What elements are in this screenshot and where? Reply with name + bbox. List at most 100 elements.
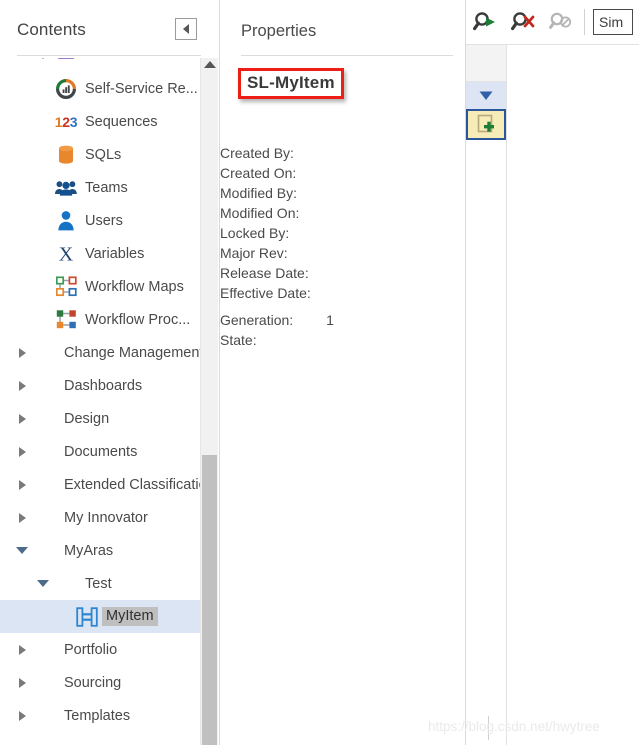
- triangle-right-icon: [18, 446, 26, 457]
- item-name-value: SL-MyItem: [247, 73, 335, 92]
- tree-item-label: Test: [85, 575, 112, 592]
- property-row: Locked By:: [0, 223, 465, 243]
- tree-item[interactable]: Documents: [0, 435, 203, 468]
- partial-row-icon: [58, 58, 74, 59]
- property-label: Generation:: [220, 312, 294, 328]
- triangle-right-icon: [18, 479, 26, 490]
- numbers-123-icon: 123: [54, 113, 78, 130]
- toolbar-divider: [584, 9, 585, 35]
- triangle-right-icon: [18, 413, 26, 424]
- page-title: Contents: [17, 20, 86, 39]
- triangle-right-icon: [18, 677, 26, 688]
- tree-item-label: Self-Service Re...: [85, 80, 198, 97]
- chevron-down-icon[interactable]: [33, 58, 53, 59]
- grid-results-area[interactable]: [507, 45, 639, 745]
- property-row: Created By:: [0, 143, 465, 163]
- tree-item[interactable]: Extended Classification: [0, 468, 203, 501]
- tree-item-label: Documents: [64, 443, 138, 460]
- chevron-right-icon[interactable]: [12, 479, 32, 490]
- triangle-down-icon: [16, 547, 28, 554]
- tree-item[interactable]: Self-Service Re...: [0, 72, 203, 105]
- properties-list: Created By: Created On: Modified By: Modifi…: [0, 143, 465, 350]
- property-label: Created On:: [220, 165, 297, 181]
- tree-item-label: Templates: [64, 707, 131, 724]
- collapse-panel-button[interactable]: [175, 18, 197, 40]
- chevron-right-icon[interactable]: [12, 380, 32, 391]
- search-results-panel: Sim: [466, 0, 639, 745]
- funnel-triangle-icon: [479, 91, 493, 100]
- ibeam-item-icon: [74, 606, 100, 627]
- tree-item-label: Dashboards: [64, 377, 143, 394]
- triangle-right-icon: [18, 644, 26, 655]
- tree-item[interactable]: Portfolio: [0, 633, 203, 666]
- cancel-search-button[interactable]: [542, 0, 580, 44]
- tree-item[interactable]: MyAras: [0, 534, 203, 567]
- tree-item-selected[interactable]: MyItem: [0, 600, 203, 633]
- triangle-left-icon: [183, 24, 189, 34]
- property-row: Generation: 1: [0, 310, 465, 330]
- properties-panel: Properties SL-MyItem Created By: Created …: [220, 0, 466, 745]
- tree-item-label: My Innovator: [64, 509, 148, 526]
- donut-chart-icon: [56, 78, 76, 99]
- grid-row-header-column: [466, 45, 507, 745]
- chevron-down-icon[interactable]: [33, 580, 53, 587]
- chevron-down-icon[interactable]: [12, 547, 32, 554]
- properties-title: Properties: [241, 22, 317, 40]
- properties-title-divider: [241, 55, 453, 56]
- property-label: Effective Date:: [220, 285, 311, 301]
- property-row: Major Rev:: [0, 243, 465, 263]
- search-input[interactable]: Sim: [593, 9, 633, 35]
- grid-filter-row-button[interactable]: [466, 82, 506, 109]
- new-item-plus-icon: [477, 114, 494, 133]
- search-input-value: Sim: [599, 14, 624, 30]
- scrollbar-thumb[interactable]: [202, 455, 217, 745]
- property-label: Locked By:: [220, 225, 290, 241]
- grid-new-row-button[interactable]: [466, 109, 506, 140]
- tree-item[interactable]: Dashboards: [0, 369, 203, 402]
- item-name-highlight: SL-MyItem: [238, 68, 344, 99]
- donut-chart-icon: [53, 78, 79, 99]
- tree-item[interactable]: Test: [0, 567, 203, 600]
- tree-item[interactable]: Templates: [0, 699, 203, 732]
- tree-item[interactable]: Sourcing: [0, 666, 203, 699]
- triangle-down-icon: [37, 580, 49, 587]
- property-row: Created On:: [0, 163, 465, 183]
- property-label: Modified On:: [220, 205, 300, 221]
- tree-item-label: MyAras: [64, 542, 114, 559]
- tree-item[interactable]: 123 Sequences: [0, 105, 203, 138]
- triangle-down-icon: [37, 58, 49, 59]
- run-search-button[interactable]: [466, 0, 504, 44]
- chevron-right-icon[interactable]: [12, 446, 32, 457]
- property-label: Created By:: [220, 145, 294, 161]
- property-row: Modified On:: [0, 203, 465, 223]
- clear-search-button[interactable]: [504, 0, 542, 44]
- tree-item-label: Portfolio: [64, 641, 118, 658]
- tree-item[interactable]: Design: [0, 402, 203, 435]
- chevron-right-icon[interactable]: [12, 413, 32, 424]
- numbers-123-icon: 123: [53, 114, 79, 130]
- chevron-right-icon[interactable]: [12, 677, 32, 688]
- scroll-up-button[interactable]: [201, 61, 218, 68]
- ibeam-item-icon: [76, 606, 98, 627]
- partial-row-icon: [53, 58, 79, 60]
- tree-item-label: Design: [64, 410, 110, 427]
- contents-panel: Contents Self-Service Re... 123 Sequences …: [0, 0, 220, 745]
- chevron-right-icon[interactable]: [12, 644, 32, 655]
- property-value: 1: [326, 312, 334, 328]
- property-label: Major Rev:: [220, 245, 288, 261]
- grid-header-cell: [466, 45, 506, 82]
- triangle-right-icon: [18, 512, 26, 523]
- chevron-right-icon[interactable]: [12, 512, 32, 523]
- triangle-up-icon: [203, 61, 216, 68]
- application-window: Contents Self-Service Re... 123 Sequences …: [0, 0, 639, 745]
- search-toolbar: Sim: [466, 0, 639, 45]
- chevron-right-icon[interactable]: [12, 710, 32, 721]
- property-label: State:: [220, 332, 257, 348]
- contents-title-divider: [17, 55, 201, 56]
- tree-item-label: Extended Classification: [64, 476, 203, 493]
- property-row: State:: [0, 330, 465, 350]
- tree-item[interactable]: My Innovator: [0, 501, 203, 534]
- triangle-right-icon: [18, 380, 26, 391]
- property-label: Release Date:: [220, 265, 309, 281]
- tree-item[interactable]: [0, 58, 203, 72]
